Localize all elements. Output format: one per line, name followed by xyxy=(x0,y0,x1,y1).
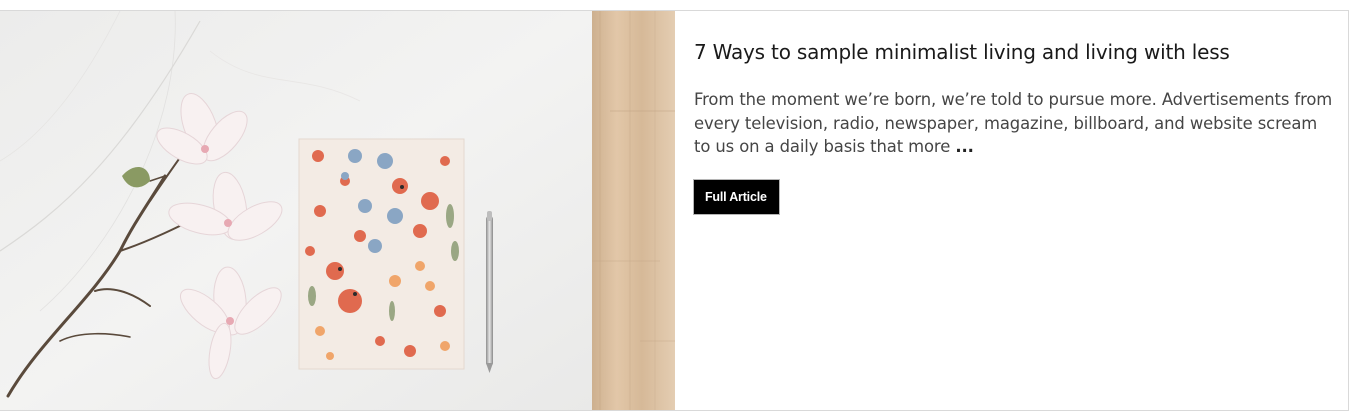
article-content: 7 Ways to sample minimalist living and l… xyxy=(675,11,1348,410)
full-article-button[interactable]: Full Article xyxy=(693,178,780,215)
article-card: 7 Ways to sample minimalist living and l… xyxy=(0,10,1349,411)
excerpt-ellipsis: ... xyxy=(955,137,974,156)
article-title[interactable]: 7 Ways to sample minimalist living and l… xyxy=(694,37,1334,67)
article-image-illustration xyxy=(0,11,675,410)
article-excerpt-text: From the moment we’re born, we’re told t… xyxy=(694,90,1333,156)
notebook xyxy=(298,138,465,370)
article-excerpt: From the moment we’re born, we’re told t… xyxy=(694,88,1334,159)
article-thumbnail-image[interactable] xyxy=(0,11,675,410)
pen xyxy=(486,211,493,373)
